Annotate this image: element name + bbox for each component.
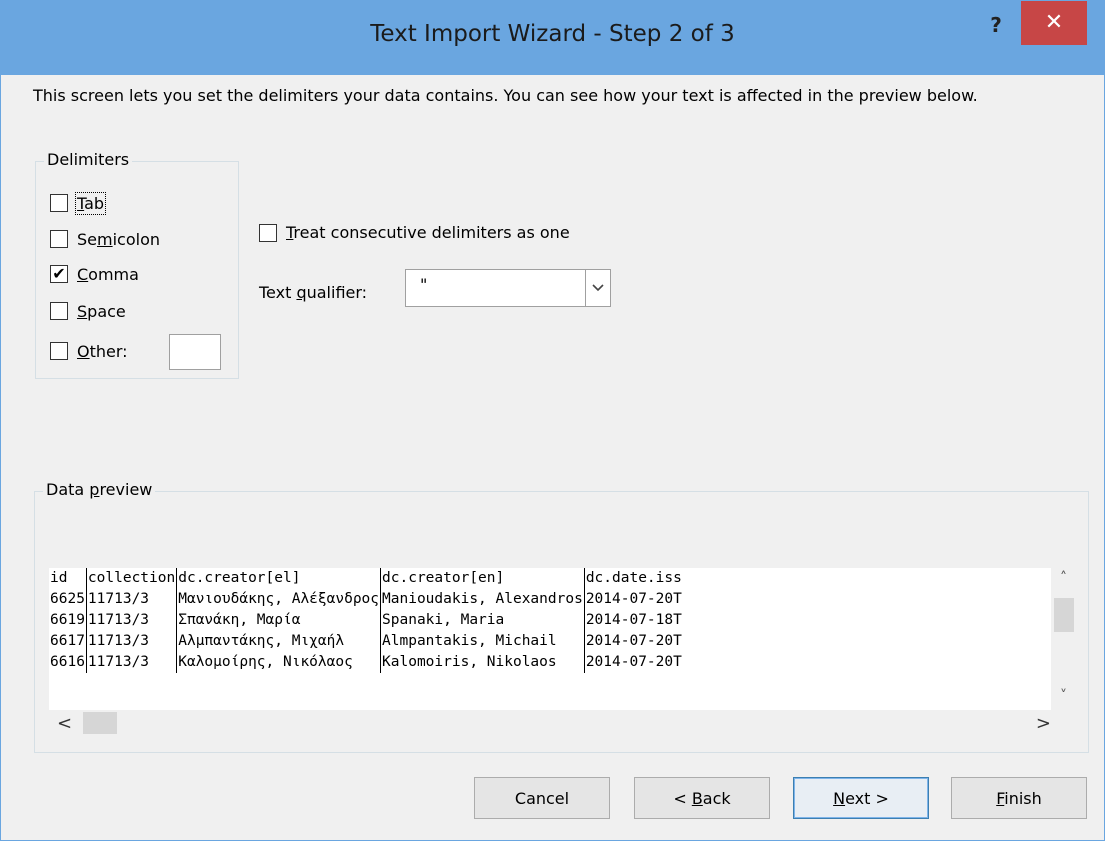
table-cell: Manioudakis, Alexandros — [380, 589, 585, 610]
cancel-button[interactable]: Cancel — [474, 777, 610, 819]
table-cell: 11713/3 — [85, 610, 177, 631]
table-cell: dc.date.iss — [583, 568, 683, 589]
back-button[interactable]: < Back — [634, 777, 770, 819]
delimiters-group-title: Delimiters — [44, 150, 133, 169]
scroll-right-icon[interactable]: > — [1036, 713, 1051, 734]
comma-checkbox-row[interactable]: ✔ Comma — [50, 261, 139, 287]
table-cell: 6617 — [50, 633, 85, 649]
back-label: < Back — [673, 788, 731, 808]
table-row: 6617 11713/3 Αλμπαντάκης, Μιχαήλ Almpantaki… — [49, 631, 683, 652]
text-import-wizard-window: Text Import Wizard - Step 2 of 3 ? ✕ Thi… — [0, 0, 1105, 841]
horizontal-scroll-thumb[interactable] — [83, 712, 117, 734]
table-cell: 2014-07-18T — [583, 610, 683, 631]
text-qualifier-value: " — [420, 275, 428, 294]
treat-consecutive-label: Treat consecutive delimiters as one — [286, 223, 570, 242]
scroll-up-icon[interactable]: ˄ — [1051, 570, 1076, 586]
table-cell: Spanaki, Maria — [380, 610, 585, 631]
semicolon-checkbox-row[interactable]: Semicolon — [50, 226, 160, 252]
check-mark-icon: ✔ — [52, 264, 66, 283]
close-icon: ✕ — [1044, 10, 1064, 35]
close-button[interactable]: ✕ — [1021, 1, 1087, 45]
data-preview-group: Data preview id collection dc.creator[el] d… — [34, 480, 1089, 753]
tab-checkbox-row[interactable]: Tab — [50, 190, 107, 216]
table-row: 6619 11713/3 Σπανάκη, Μαρία Spanaki, Maria 2… — [49, 610, 683, 631]
tab-label: Tab — [74, 191, 107, 215]
table-cell: 11713/3 — [85, 652, 177, 673]
table-cell: id — [50, 570, 68, 586]
text-qualifier-select[interactable]: " — [405, 269, 611, 307]
other-checkbox[interactable] — [50, 342, 68, 360]
space-label: Space — [77, 301, 126, 321]
data-preview-title: Data preview — [43, 480, 156, 499]
title-bar[interactable]: Text Import Wizard - Step 2 of 3 ? ✕ — [1, 1, 1104, 75]
scroll-down-icon[interactable]: ˅ — [1051, 688, 1076, 704]
text-qualifier-label: Text qualifier: — [259, 283, 368, 302]
vertical-scrollbar[interactable]: ˄ ˅ — [1051, 568, 1076, 710]
semicolon-label: Semicolon — [77, 229, 160, 249]
table-row: 6616 11713/3 Καλομοίρης, Νικόλαος Kalomoiri… — [49, 652, 683, 673]
other-label: Other: — [77, 341, 128, 361]
space-checkbox-row[interactable]: Space — [50, 298, 126, 324]
comma-checkbox[interactable]: ✔ — [50, 265, 68, 283]
treat-consecutive-checkbox[interactable] — [259, 223, 277, 242]
help-icon[interactable]: ? — [976, 13, 1016, 43]
table-cell: 2014-07-20T — [583, 652, 683, 673]
table-cell: Μανιουδάκης, Αλέξανδρος — [176, 589, 381, 610]
delimiters-group: Delimiters Tab Semicolon ✔ Comma Space O… — [35, 150, 239, 379]
other-checkbox-row[interactable]: Other: — [50, 338, 128, 364]
next-button[interactable]: Next > — [793, 777, 929, 819]
table-cell: Αλμπαντάκης, Μιχαήλ — [176, 631, 381, 652]
table-cell: 11713/3 — [85, 631, 177, 652]
table-cell: dc.creator[en] — [380, 568, 585, 589]
other-delimiter-input[interactable] — [169, 334, 221, 370]
next-label: Next > — [833, 788, 889, 808]
space-checkbox[interactable] — [50, 302, 68, 320]
table-cell: Almpantakis, Michail — [380, 631, 585, 652]
table-cell: 2014-07-20T — [583, 631, 683, 652]
scroll-left-icon[interactable]: < — [57, 713, 72, 734]
table-cell: 11713/3 — [85, 589, 177, 610]
data-preview-pane[interactable]: id collection dc.creator[el] dc.creator[en]… — [49, 568, 1051, 710]
table-cell: 6625 — [50, 591, 85, 607]
table-cell: collection — [85, 568, 177, 589]
horizontal-scrollbar[interactable]: < > — [49, 710, 1051, 738]
treat-consecutive-row[interactable]: Treat consecutive delimiters as one — [259, 223, 570, 242]
table-row: 6625 11713/3 Μανιουδάκης, Αλέξανδρος Maniou… — [49, 589, 683, 610]
intro-text: This screen lets you set the delimiters … — [33, 86, 978, 105]
tab-checkbox[interactable] — [50, 194, 68, 212]
data-preview-table: id collection dc.creator[el] dc.creator[en]… — [49, 568, 683, 673]
chevron-down-icon[interactable] — [585, 270, 610, 306]
table-cell: 6616 — [50, 654, 85, 670]
table-row: id collection dc.creator[el] dc.creator[en]… — [49, 568, 683, 589]
comma-label: Comma — [77, 264, 139, 284]
table-cell: Kalomoiris, Nikolaos — [380, 652, 585, 673]
finish-button[interactable]: Finish — [951, 777, 1087, 819]
table-cell: 2014-07-20T — [583, 589, 683, 610]
vertical-scroll-thumb[interactable] — [1054, 598, 1074, 632]
table-cell: 6619 — [50, 612, 85, 628]
cancel-label: Cancel — [514, 788, 570, 808]
table-cell: Καλομοίρης, Νικόλαος — [176, 652, 381, 673]
finish-label: Finish — [996, 788, 1042, 808]
semicolon-checkbox[interactable] — [50, 230, 68, 248]
table-cell: Σπανάκη, Μαρία — [176, 610, 381, 631]
window-title: Text Import Wizard - Step 2 of 3 — [370, 21, 735, 47]
table-cell: dc.creator[el] — [176, 568, 381, 589]
